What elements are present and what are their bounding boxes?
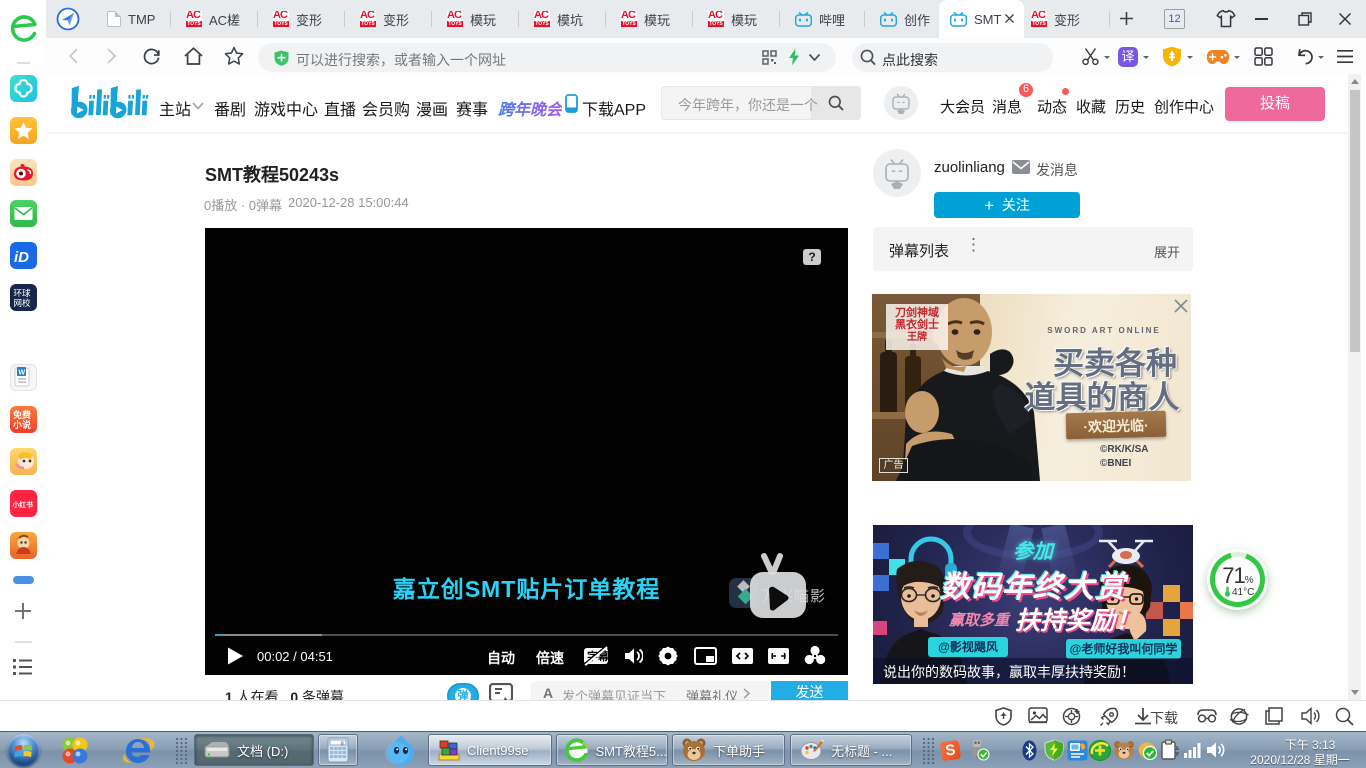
- svg-text:W: W: [19, 370, 26, 377]
- svg-text:小说: 小说: [12, 419, 31, 430]
- svg-text:免费: 免费: [13, 409, 31, 420]
- svg-text:网校: 网校: [14, 298, 32, 308]
- svg-text:环球: 环球: [14, 288, 32, 298]
- svg-text:小红书: 小红书: [12, 500, 34, 509]
- svg-text:iD: iD: [14, 249, 29, 266]
